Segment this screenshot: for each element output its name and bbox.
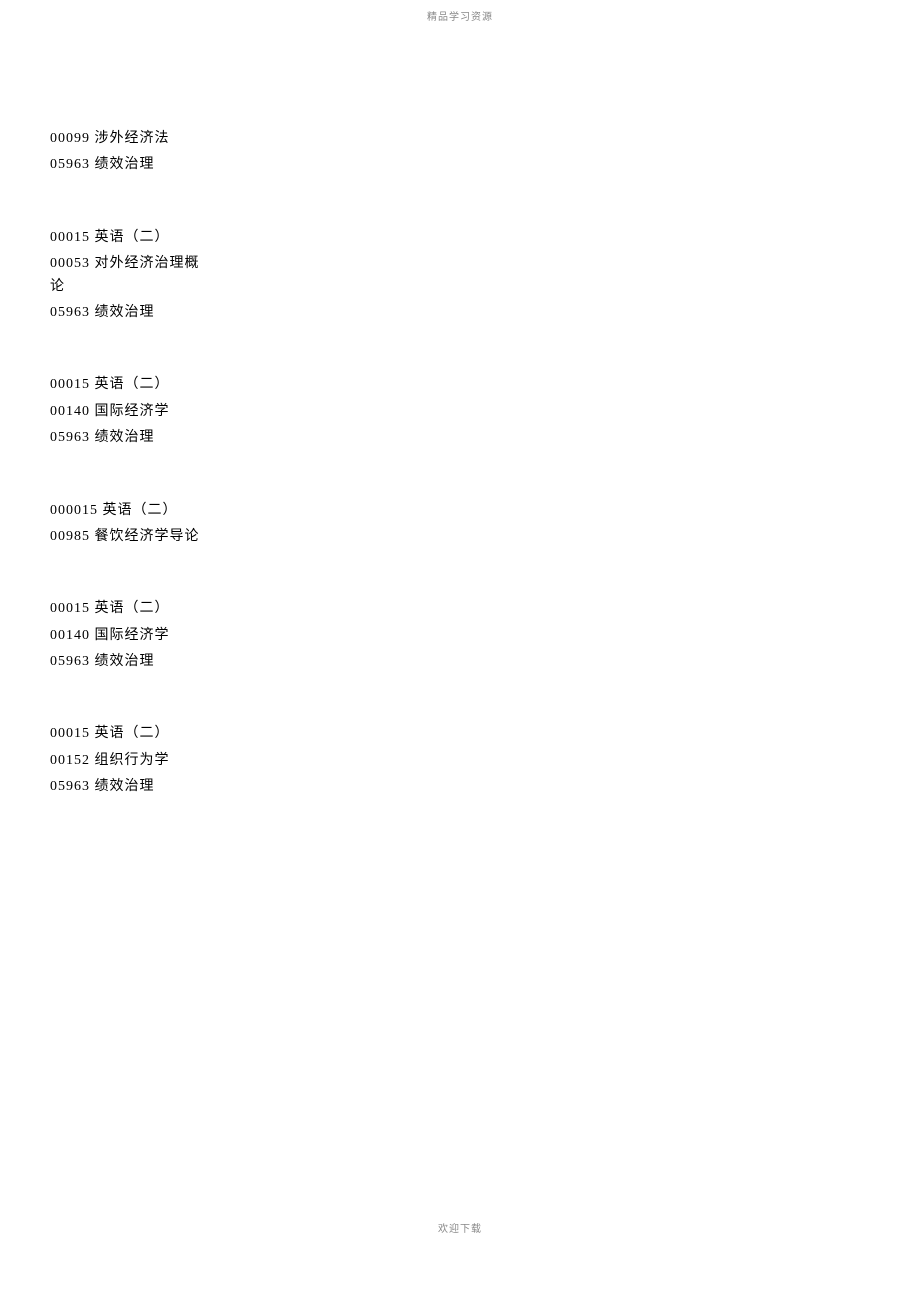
course-line: 05963 绩效治理 [50, 651, 210, 673]
footer-text: 欢迎下载 [438, 1224, 482, 1235]
document-content: 00099 涉外经济法 05963 绩效治理 00015 英语（二） 00053… [50, 128, 210, 849]
course-line: 00152 组织行为学 [50, 750, 210, 772]
page-footer: 欢迎下载 [0, 1220, 920, 1235]
course-group: 000015 英语（二） 00985 餐饮经济学导论 [50, 500, 210, 549]
course-line: 00140 国际经济学 [50, 401, 210, 423]
course-group: 00015 英语（二） 00053 对外经济治理概论 05963 绩效治理 [50, 227, 210, 325]
header-text: 精品学习资源 [427, 12, 493, 23]
course-line: 05963 绩效治理 [50, 302, 210, 324]
course-line: 05963 绩效治理 [50, 154, 210, 176]
course-line: 00015 英语（二） [50, 598, 210, 620]
course-line: 000015 英语（二） [50, 500, 210, 522]
course-line: 00015 英语（二） [50, 374, 210, 396]
course-line: 00985 餐饮经济学导论 [50, 526, 210, 548]
page-header: 精品学习资源 [0, 8, 920, 23]
course-group: 00015 英语（二） 00152 组织行为学 05963 绩效治理 [50, 723, 210, 798]
course-line: 00015 英语（二） [50, 723, 210, 745]
course-group: 00015 英语（二） 00140 国际经济学 05963 绩效治理 [50, 374, 210, 449]
course-line: 00053 对外经济治理概论 [50, 253, 210, 298]
course-group: 00099 涉外经济法 05963 绩效治理 [50, 128, 210, 177]
course-line: 00140 国际经济学 [50, 625, 210, 647]
course-line: 05963 绩效治理 [50, 427, 210, 449]
course-line: 00099 涉外经济法 [50, 128, 210, 150]
course-line: 00015 英语（二） [50, 227, 210, 249]
course-line: 05963 绩效治理 [50, 776, 210, 798]
course-group: 00015 英语（二） 00140 国际经济学 05963 绩效治理 [50, 598, 210, 673]
